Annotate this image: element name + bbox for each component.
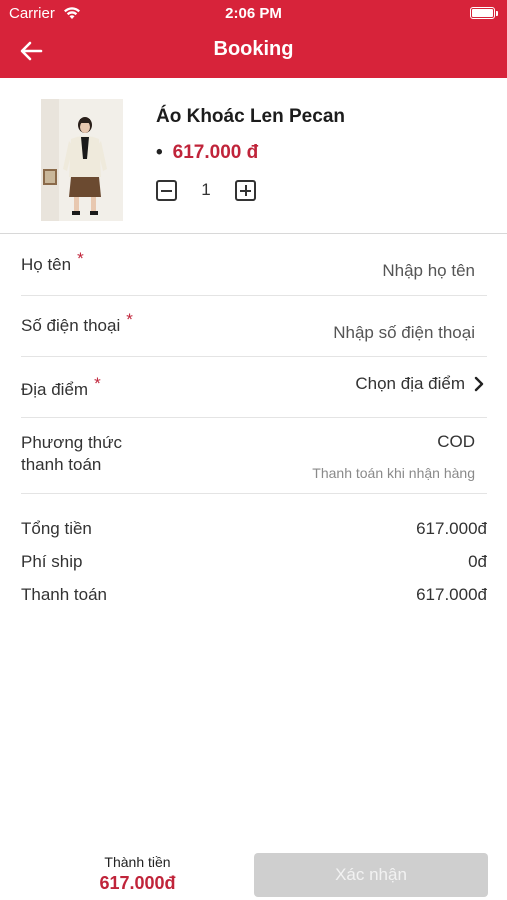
confirm-button[interactable]: Xác nhận [254, 853, 488, 897]
status-bar: Carrier 2:06 PM [0, 4, 507, 26]
location-label: Địa điểm * [21, 374, 101, 400]
battery-icon [470, 7, 498, 19]
shipping-value: 0đ [468, 552, 487, 571]
location-select[interactable]: Chọn địa điểm [355, 374, 465, 394]
plus-icon[interactable] [235, 179, 256, 201]
payment-label-line2: thanh toán [21, 455, 102, 474]
name-input[interactable] [215, 261, 475, 281]
product-image [41, 99, 123, 221]
phone-input[interactable] [215, 323, 475, 343]
phone-row: Số điện thoại * [21, 296, 487, 357]
name-label: Họ tên * [21, 249, 84, 275]
total-label: Thanh toán [21, 585, 108, 604]
bullet: • [156, 142, 163, 163]
shipping-label: Phí ship [21, 552, 83, 571]
page-title: Booking [213, 38, 294, 60]
phone-label: Số điện thoại * [21, 310, 133, 336]
phone-label-text: Số điện thoại [21, 316, 121, 335]
total-value: 617.000đ [416, 585, 487, 604]
required-mark: * [94, 374, 101, 393]
nav-header: Carrier 2:06 PM Booking [0, 0, 507, 78]
subtotal-value: 617.000đ [416, 519, 487, 538]
product-price-row: • 617.000 đ [156, 142, 258, 164]
name-row: Họ tên * [21, 234, 487, 296]
chevron-right-icon[interactable] [472, 375, 486, 393]
payment-method-value: COD [437, 432, 475, 451]
payment-label-line1: Phương thức [21, 433, 123, 452]
total-row: Thanh toán 617.000đ [21, 585, 487, 605]
payment-label: Phương thức thanh toán [21, 432, 122, 476]
required-mark: * [126, 310, 133, 329]
footer-total-label: Thành tiền [104, 854, 171, 870]
footer-total-value: 617.000đ [99, 873, 176, 893]
location-label-text: Địa điểm [21, 380, 89, 399]
product-card: Áo Khoác Len Pecan • 617.000 đ 1 [0, 78, 507, 234]
location-row[interactable]: Địa điểm * Chọn địa điểm [21, 357, 487, 418]
quantity-stepper: 1 [156, 179, 256, 201]
subtotal-label: Tổng tiền [21, 519, 92, 538]
subtotal-row: Tổng tiền 617.000đ [21, 519, 487, 539]
required-mark: * [77, 249, 84, 268]
payment-method-note: Thanh toán khi nhận hàng [312, 465, 475, 481]
footer-total: Thành tiền 617.000đ [80, 854, 195, 894]
payment-row: Phương thức thanh toán COD Thanh toán kh… [21, 418, 487, 494]
shipping-row: Phí ship 0đ [21, 552, 487, 572]
quantity-value: 1 [201, 180, 211, 199]
product-name: Áo Khoác Len Pecan [156, 106, 345, 127]
status-time: 2:06 PM [225, 5, 282, 22]
name-label-text: Họ tên [21, 255, 72, 274]
product-price: 617.000 đ [172, 142, 259, 163]
minus-icon[interactable] [156, 179, 177, 201]
